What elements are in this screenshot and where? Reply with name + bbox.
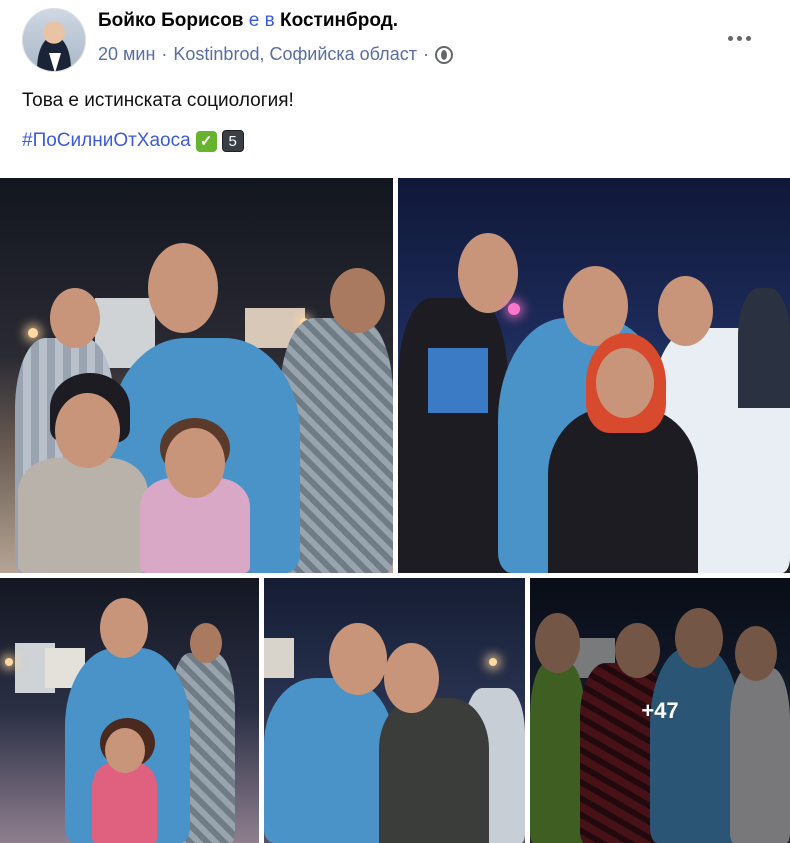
meta-separator: · bbox=[161, 44, 168, 64]
author-name[interactable]: Бойко Борисов bbox=[98, 10, 244, 31]
is-in-text: е в bbox=[248, 10, 275, 31]
hashtag-line: #ПоСилниОтХаоса ✓ 5 bbox=[22, 130, 244, 152]
post-text: Това е истинската социология! bbox=[22, 90, 294, 111]
post-card: Бойко Борисов е в Костинброд. 20 мин · K… bbox=[0, 0, 790, 843]
photo-2[interactable] bbox=[398, 178, 790, 573]
place-link[interactable]: Костинброд. bbox=[280, 10, 398, 31]
photo-3[interactable] bbox=[0, 578, 259, 843]
post-meta: 20 мин · Kostinbrod, Софийска област · bbox=[98, 44, 453, 65]
more-photos-count: +47 bbox=[641, 697, 679, 723]
author-avatar[interactable] bbox=[22, 8, 86, 72]
post-time[interactable]: 20 мин bbox=[98, 44, 155, 65]
location-link[interactable]: Kostinbrod, Софийска област bbox=[173, 44, 417, 65]
photo-1[interactable] bbox=[0, 178, 393, 573]
number-five-emoji: 5 bbox=[221, 130, 244, 152]
hashtag-link[interactable]: #ПоСилниОтХаоса bbox=[22, 130, 191, 152]
globe-icon[interactable] bbox=[434, 45, 453, 64]
more-options-icon[interactable] bbox=[722, 28, 756, 48]
photo-4[interactable] bbox=[264, 578, 525, 843]
more-photos-overlay[interactable]: +47 bbox=[530, 578, 790, 843]
meta-separator-2: · bbox=[422, 44, 429, 64]
photo-5-more[interactable]: +47 bbox=[530, 578, 790, 843]
check-mark-emoji: ✓ bbox=[195, 130, 217, 152]
post-header: Бойко Борисов е в Костинброд. bbox=[98, 10, 398, 32]
